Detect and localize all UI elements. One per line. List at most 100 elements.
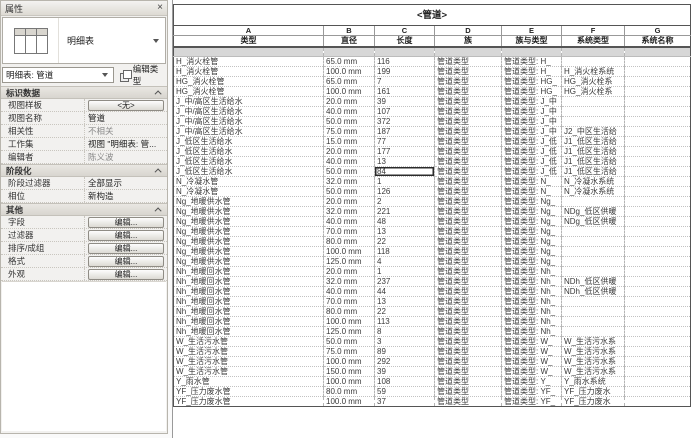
- schedule-cell[interactable]: J_低区生活给水: [173, 156, 324, 167]
- schedule-cell[interactable]: 187: [374, 126, 435, 137]
- schedule-cell[interactable]: W_生活污水管: [173, 346, 324, 357]
- schedule-cell[interactable]: 125.0 mm: [323, 326, 375, 337]
- schedule-cell[interactable]: 管道类型: J_中: [501, 126, 562, 137]
- schedule-cell[interactable]: 116: [374, 56, 435, 67]
- schedule-cell[interactable]: 管道类型: Nh_: [501, 296, 562, 307]
- schedule-cell[interactable]: W_生活污水系: [561, 366, 625, 377]
- schedule-cell[interactable]: 管道类型: [434, 196, 502, 207]
- schedule-cell[interactable]: [624, 66, 691, 77]
- schedule-cell[interactable]: W_生活污水系: [561, 336, 625, 347]
- schedule-cell[interactable]: 70.0 mm: [323, 296, 375, 307]
- schedule-cell[interactable]: 管道类型: [434, 306, 502, 317]
- schedule-cell[interactable]: 管道类型: H_: [501, 66, 562, 77]
- schedule-cell[interactable]: [624, 256, 691, 267]
- schedule-cell[interactable]: 4: [374, 256, 435, 267]
- schedule-cell[interactable]: 113: [374, 316, 435, 327]
- schedule-cell[interactable]: 1: [374, 266, 435, 277]
- schedule-cell[interactable]: 372: [374, 116, 435, 127]
- schedule-cell[interactable]: 84: [374, 166, 435, 177]
- schedule-cell[interactable]: 65.0 mm: [323, 76, 375, 87]
- schedule-cell[interactable]: 管道类型: [434, 136, 502, 147]
- schedule-cell[interactable]: HG_消火栓系: [561, 86, 625, 97]
- schedule-cell[interactable]: 177: [374, 146, 435, 157]
- schedule-cell[interactable]: 管道类型: [434, 316, 502, 327]
- schedule-cell[interactable]: [624, 176, 691, 187]
- property-value[interactable]: 视图 "明细表: 管...: [85, 138, 167, 150]
- schedule-cell[interactable]: 44: [374, 286, 435, 297]
- schedule-cell[interactable]: 管道类型: [434, 66, 502, 77]
- schedule-cell[interactable]: 22: [374, 236, 435, 247]
- schedule-cell[interactable]: NDh_低区供暖: [561, 286, 625, 297]
- schedule-cell[interactable]: 管道类型: N_: [501, 186, 562, 197]
- schedule-cell[interactable]: 管道类型: [434, 206, 502, 217]
- schedule-cell[interactable]: 65.0 mm: [323, 56, 375, 67]
- chevron-down-icon[interactable]: [102, 73, 108, 77]
- schedule-cell[interactable]: YF_压力废水管: [173, 386, 324, 397]
- schedule-cell[interactable]: [561, 106, 625, 117]
- schedule-cell[interactable]: 7: [374, 76, 435, 87]
- schedule-cell[interactable]: 管道类型: Y_: [501, 376, 562, 387]
- schedule-cell[interactable]: 管道类型: [434, 76, 502, 87]
- schedule-cell[interactable]: 70.0 mm: [323, 226, 375, 237]
- schedule-cell[interactable]: J_中/高区生活给水: [173, 116, 324, 127]
- schedule-cell[interactable]: Ng_地暖供水管: [173, 236, 324, 247]
- schedule-cell[interactable]: 管道类型: W_: [501, 336, 562, 347]
- schedule-cell[interactable]: 管道类型: [434, 226, 502, 237]
- schedule-cell[interactable]: 50.0 mm: [323, 186, 375, 197]
- schedule-cell[interactable]: 管道类型: [434, 366, 502, 377]
- column-header-4[interactable]: 族与类型: [501, 35, 562, 48]
- schedule-cell[interactable]: N_冷凝水管: [173, 186, 324, 197]
- schedule-cell[interactable]: [624, 226, 691, 237]
- section-header-1[interactable]: 阶段化: [1, 164, 167, 177]
- schedule-cell[interactable]: 管道类型: Ng_: [501, 206, 562, 217]
- schedule-cell[interactable]: [624, 366, 691, 377]
- property-value-button[interactable]: <无>: [88, 99, 164, 111]
- schedule-cell[interactable]: 100.0 mm: [323, 356, 375, 367]
- schedule-cell[interactable]: Ng_地暖供水管: [173, 246, 324, 257]
- schedule-cell[interactable]: 管道类型: W_: [501, 346, 562, 357]
- schedule-cell[interactable]: 管道类型: [434, 166, 502, 177]
- schedule-cell[interactable]: 75.0 mm: [323, 126, 375, 137]
- schedule-cell[interactable]: 管道类型: J_中: [501, 116, 562, 127]
- schedule-cell[interactable]: YF_压力废水: [561, 396, 625, 407]
- schedule-cell[interactable]: 管道类型: YF_: [501, 386, 562, 397]
- schedule-cell[interactable]: 管道类型: Ng_: [501, 236, 562, 247]
- schedule-cell[interactable]: [561, 266, 625, 277]
- schedule-cell[interactable]: 39: [374, 96, 435, 107]
- schedule-cell[interactable]: [624, 76, 691, 87]
- section-header-2[interactable]: 其他: [1, 203, 167, 216]
- property-value[interactable]: 不相关: [85, 125, 167, 137]
- schedule-cell[interactable]: 77: [374, 136, 435, 147]
- schedule-cell[interactable]: 管道类型: YF_: [501, 396, 562, 407]
- schedule-cell[interactable]: 50.0 mm: [323, 166, 375, 177]
- palette-titlebar[interactable]: 属性 ×: [1, 1, 167, 16]
- schedule-cell[interactable]: 40.0 mm: [323, 106, 375, 117]
- schedule-cell[interactable]: 管道类型: Nh_: [501, 306, 562, 317]
- schedule-cell[interactable]: J1_低区生活给: [561, 146, 625, 157]
- schedule-cell[interactable]: 管道类型: [434, 86, 502, 97]
- schedule-cell[interactable]: [624, 166, 691, 177]
- schedule-cell[interactable]: [624, 266, 691, 277]
- schedule-cell[interactable]: 20.0 mm: [323, 146, 375, 157]
- schedule-cell[interactable]: [624, 336, 691, 347]
- column-header-2[interactable]: 长度: [374, 35, 435, 48]
- schedule-cell[interactable]: H_消火栓管: [173, 56, 324, 67]
- edit-type-button[interactable]: 编辑类型: [117, 61, 166, 89]
- column-header-3[interactable]: 族: [434, 35, 502, 48]
- schedule-cell[interactable]: W_生活污水系: [561, 346, 625, 357]
- schedule-cell[interactable]: 管道类型: W_: [501, 366, 562, 377]
- schedule-cell[interactable]: [624, 196, 691, 207]
- schedule-cell[interactable]: [561, 116, 625, 127]
- schedule-cell[interactable]: 13: [374, 156, 435, 167]
- schedule-cell[interactable]: 管道类型: J_中: [501, 96, 562, 107]
- schedule-cell[interactable]: 管道类型: [434, 146, 502, 157]
- schedule-cell[interactable]: HG_消火栓系: [561, 76, 625, 87]
- schedule-cell[interactable]: [561, 326, 625, 337]
- schedule-cell[interactable]: 20.0 mm: [323, 96, 375, 107]
- schedule-cell[interactable]: [561, 196, 625, 207]
- schedule-cell[interactable]: 管道类型: N_: [501, 176, 562, 187]
- schedule-cell[interactable]: [624, 396, 691, 407]
- schedule-cell[interactable]: 125.0 mm: [323, 256, 375, 267]
- schedule-cell[interactable]: 管道类型: [434, 386, 502, 397]
- schedule-cell[interactable]: 管道类型: [434, 156, 502, 167]
